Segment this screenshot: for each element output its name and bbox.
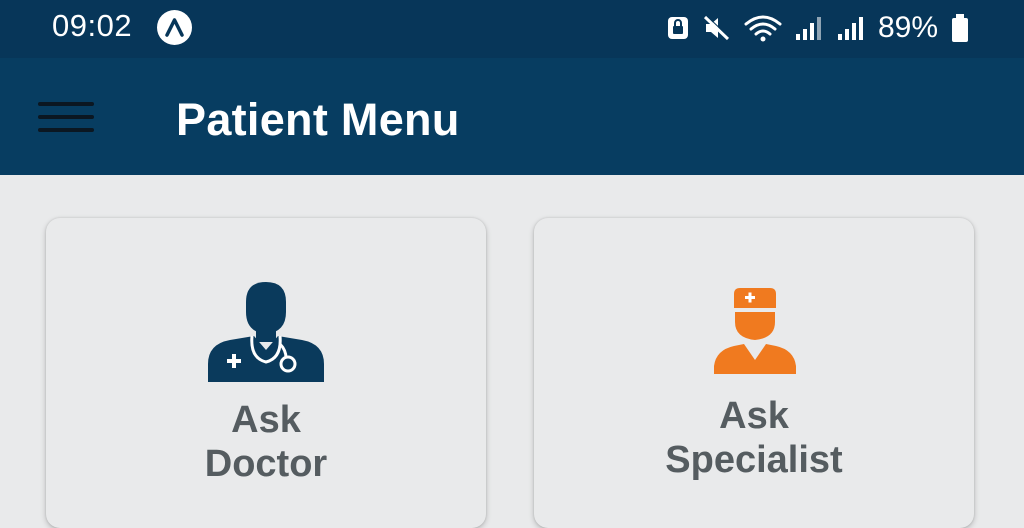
- ask-doctor-label-line2: Doctor: [204, 443, 328, 485]
- status-time: 09:02: [52, 8, 133, 43]
- battery-percentage: 89%: [877, 11, 938, 44]
- ask-specialist-label-line2: Specialist: [665, 439, 843, 481]
- mute-icon: [703, 15, 731, 41]
- wifi-icon: [744, 15, 782, 42]
- status-bar: 09:02 89%: [0, 0, 1024, 58]
- ask-doctor-label: Ask Doctor: [46, 398, 486, 486]
- nurse-icon: [714, 288, 796, 374]
- ask-specialist-label-line1: Ask: [719, 395, 789, 437]
- doctor-stethoscope-icon: [208, 282, 324, 382]
- lock-screen-icon: [667, 17, 688, 39]
- status-icons: 89%: [666, 8, 970, 48]
- ask-specialist-label: Ask Specialist: [534, 394, 974, 482]
- app-bar: Patient Menu: [0, 58, 1024, 175]
- page-title: Patient Menu: [176, 94, 460, 145]
- app-notification-icon: [157, 10, 192, 45]
- ask-specialist-card[interactable]: Ask Specialist: [534, 218, 974, 528]
- hamburger-menu-icon[interactable]: [34, 96, 98, 138]
- signal-icon: [837, 17, 863, 40]
- signal-icon: [795, 17, 821, 40]
- battery-icon: [952, 14, 968, 42]
- ask-doctor-card[interactable]: Ask Doctor: [46, 218, 486, 528]
- ask-doctor-label-line1: Ask: [231, 399, 301, 441]
